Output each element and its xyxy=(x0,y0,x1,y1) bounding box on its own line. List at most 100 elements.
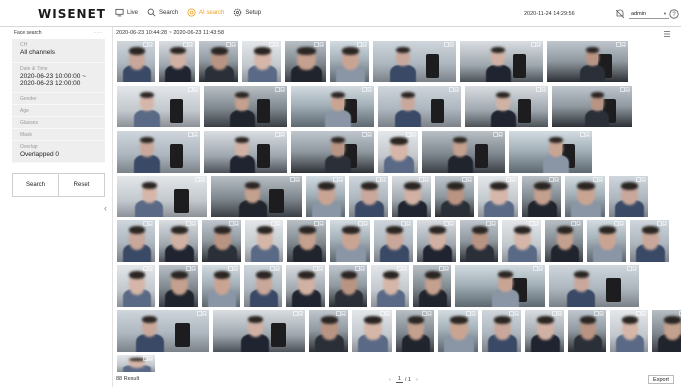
face-result-thumbnail[interactable] xyxy=(477,175,519,218)
face-result-thumbnail[interactable] xyxy=(524,309,565,353)
thumbnail-action-icons[interactable] xyxy=(614,221,624,226)
face-result-thumbnail[interactable] xyxy=(241,40,282,83)
face-result-thumbnail[interactable] xyxy=(329,219,371,263)
thumbnail-action-icons[interactable] xyxy=(571,221,581,226)
thumbnail-action-icons[interactable] xyxy=(271,221,281,226)
face-result-thumbnail[interactable] xyxy=(328,264,368,308)
face-result-thumbnail[interactable] xyxy=(329,40,370,83)
face-result-thumbnail[interactable] xyxy=(421,130,506,174)
face-result-thumbnail[interactable] xyxy=(285,264,326,308)
face-result-thumbnail[interactable] xyxy=(116,85,201,128)
thumbnail-action-icons[interactable] xyxy=(336,311,346,316)
thumbnail-action-icons[interactable] xyxy=(357,42,367,47)
thumbnail-action-icons[interactable] xyxy=(355,266,365,271)
face-result-thumbnail[interactable] xyxy=(116,309,210,353)
face-result-thumbnail[interactable] xyxy=(508,130,593,174)
thumbnail-action-icons[interactable] xyxy=(197,311,207,316)
help-icon[interactable]: ? xyxy=(669,9,679,19)
thumbnail-action-icons[interactable] xyxy=(188,87,198,92)
face-result-thumbnail[interactable] xyxy=(459,219,499,263)
thumbnail-action-icons[interactable] xyxy=(314,42,324,47)
face-result-thumbnail[interactable] xyxy=(412,264,452,308)
channel-field[interactable]: CH All channels xyxy=(12,39,105,63)
thumbnail-action-icons[interactable] xyxy=(183,42,193,47)
thumbnail-action-icons[interactable] xyxy=(506,177,516,182)
gender-field[interactable]: Gender xyxy=(12,93,105,105)
thumbnail-action-icons[interactable] xyxy=(594,311,604,316)
face-result-thumbnail[interactable] xyxy=(286,219,327,263)
face-result-thumbnail[interactable] xyxy=(377,85,462,128)
thumbnail-action-icons[interactable] xyxy=(401,221,411,226)
face-result-thumbnail[interactable] xyxy=(348,175,389,218)
glasses-field[interactable]: Glasses xyxy=(12,117,105,129)
face-result-thumbnail[interactable] xyxy=(351,309,393,353)
thumbnail-action-icons[interactable] xyxy=(397,266,407,271)
face-result-thumbnail[interactable] xyxy=(651,309,681,353)
more-options-icon[interactable]: ··· xyxy=(94,30,103,36)
thumbnail-action-icons[interactable] xyxy=(422,311,432,316)
nav-ai-search[interactable]: AI search xyxy=(187,8,224,17)
face-result-thumbnail[interactable] xyxy=(629,219,670,263)
face-result-thumbnail[interactable] xyxy=(290,85,375,128)
thumbnail-action-icons[interactable] xyxy=(627,266,637,271)
thumbnail-action-icons[interactable] xyxy=(549,177,559,182)
face-result-thumbnail[interactable] xyxy=(567,309,607,353)
thumbnail-action-icons[interactable] xyxy=(186,266,196,271)
face-result-thumbnail[interactable] xyxy=(158,219,199,263)
thumbnail-action-icons[interactable] xyxy=(362,87,372,92)
face-result-thumbnail[interactable] xyxy=(454,264,546,308)
face-result-thumbnail[interactable] xyxy=(416,219,457,263)
face-result-thumbnail[interactable] xyxy=(284,40,327,83)
face-result-thumbnail[interactable] xyxy=(203,85,288,128)
search-button[interactable]: Search xyxy=(13,174,58,196)
thumbnail-action-icons[interactable] xyxy=(439,266,449,271)
face-result-thumbnail[interactable] xyxy=(464,85,549,128)
reset-button[interactable]: Reset xyxy=(58,174,104,196)
face-result-thumbnail[interactable] xyxy=(546,40,629,83)
thumbnail-action-icons[interactable] xyxy=(509,311,519,316)
thumbnail-action-icons[interactable] xyxy=(229,221,239,226)
thumbnail-action-icons[interactable] xyxy=(293,311,303,316)
export-button[interactable]: Export xyxy=(648,375,674,384)
view-options-icon[interactable] xyxy=(663,30,671,38)
overlap-field[interactable]: Overlap Overlapped 0 xyxy=(12,141,105,163)
face-result-thumbnail[interactable] xyxy=(116,130,201,174)
thumbnail-action-icons[interactable] xyxy=(143,221,153,226)
thumbnail-action-icons[interactable] xyxy=(636,311,646,316)
face-result-thumbnail[interactable] xyxy=(501,219,542,263)
thumbnail-action-icons[interactable] xyxy=(333,177,343,182)
thumbnail-action-icons[interactable] xyxy=(269,42,279,47)
thumbnail-action-icons[interactable] xyxy=(188,132,198,137)
face-result-thumbnail[interactable] xyxy=(305,175,346,218)
thumbnail-action-icons[interactable] xyxy=(380,311,390,316)
face-result-thumbnail[interactable] xyxy=(370,264,410,308)
thumbnail-action-icons[interactable] xyxy=(552,311,562,316)
face-result-thumbnail[interactable] xyxy=(551,85,633,128)
face-result-thumbnail[interactable] xyxy=(158,264,199,308)
thumbnail-action-icons[interactable] xyxy=(593,177,603,182)
face-result-thumbnail[interactable] xyxy=(116,175,208,218)
current-page[interactable]: 1 xyxy=(395,376,403,383)
nav-search[interactable]: Search xyxy=(147,8,178,17)
thumbnail-action-icons[interactable] xyxy=(290,177,300,182)
thumbnail-action-icons[interactable] xyxy=(536,87,546,92)
thumbnail-action-icons[interactable] xyxy=(228,266,238,271)
thumbnail-action-icons[interactable] xyxy=(444,42,454,47)
thumbnail-action-icons[interactable] xyxy=(226,42,236,47)
previous-page-button[interactable]: ‹ xyxy=(384,377,396,383)
face-result-thumbnail[interactable] xyxy=(158,40,196,83)
thumbnail-action-icons[interactable] xyxy=(529,221,539,226)
face-result-thumbnail[interactable] xyxy=(116,40,156,83)
face-result-thumbnail[interactable] xyxy=(201,264,241,308)
face-result-thumbnail[interactable] xyxy=(544,219,584,263)
nav-setup[interactable]: Setup xyxy=(233,8,261,17)
mask-field[interactable]: Mask xyxy=(12,129,105,141)
thumbnail-action-icons[interactable] xyxy=(376,177,386,182)
face-result-thumbnail[interactable] xyxy=(203,130,288,174)
face-result-thumbnail[interactable] xyxy=(395,309,435,353)
face-result-thumbnail[interactable] xyxy=(391,175,432,218)
face-result-thumbnail[interactable] xyxy=(434,175,475,218)
datetime-field[interactable]: Date & Time 2020-06-23 10:00:00 ~ 2020-0… xyxy=(12,63,105,93)
thumbnail-action-icons[interactable] xyxy=(275,132,285,137)
user-select[interactable]: admin ▼ xyxy=(629,9,669,19)
